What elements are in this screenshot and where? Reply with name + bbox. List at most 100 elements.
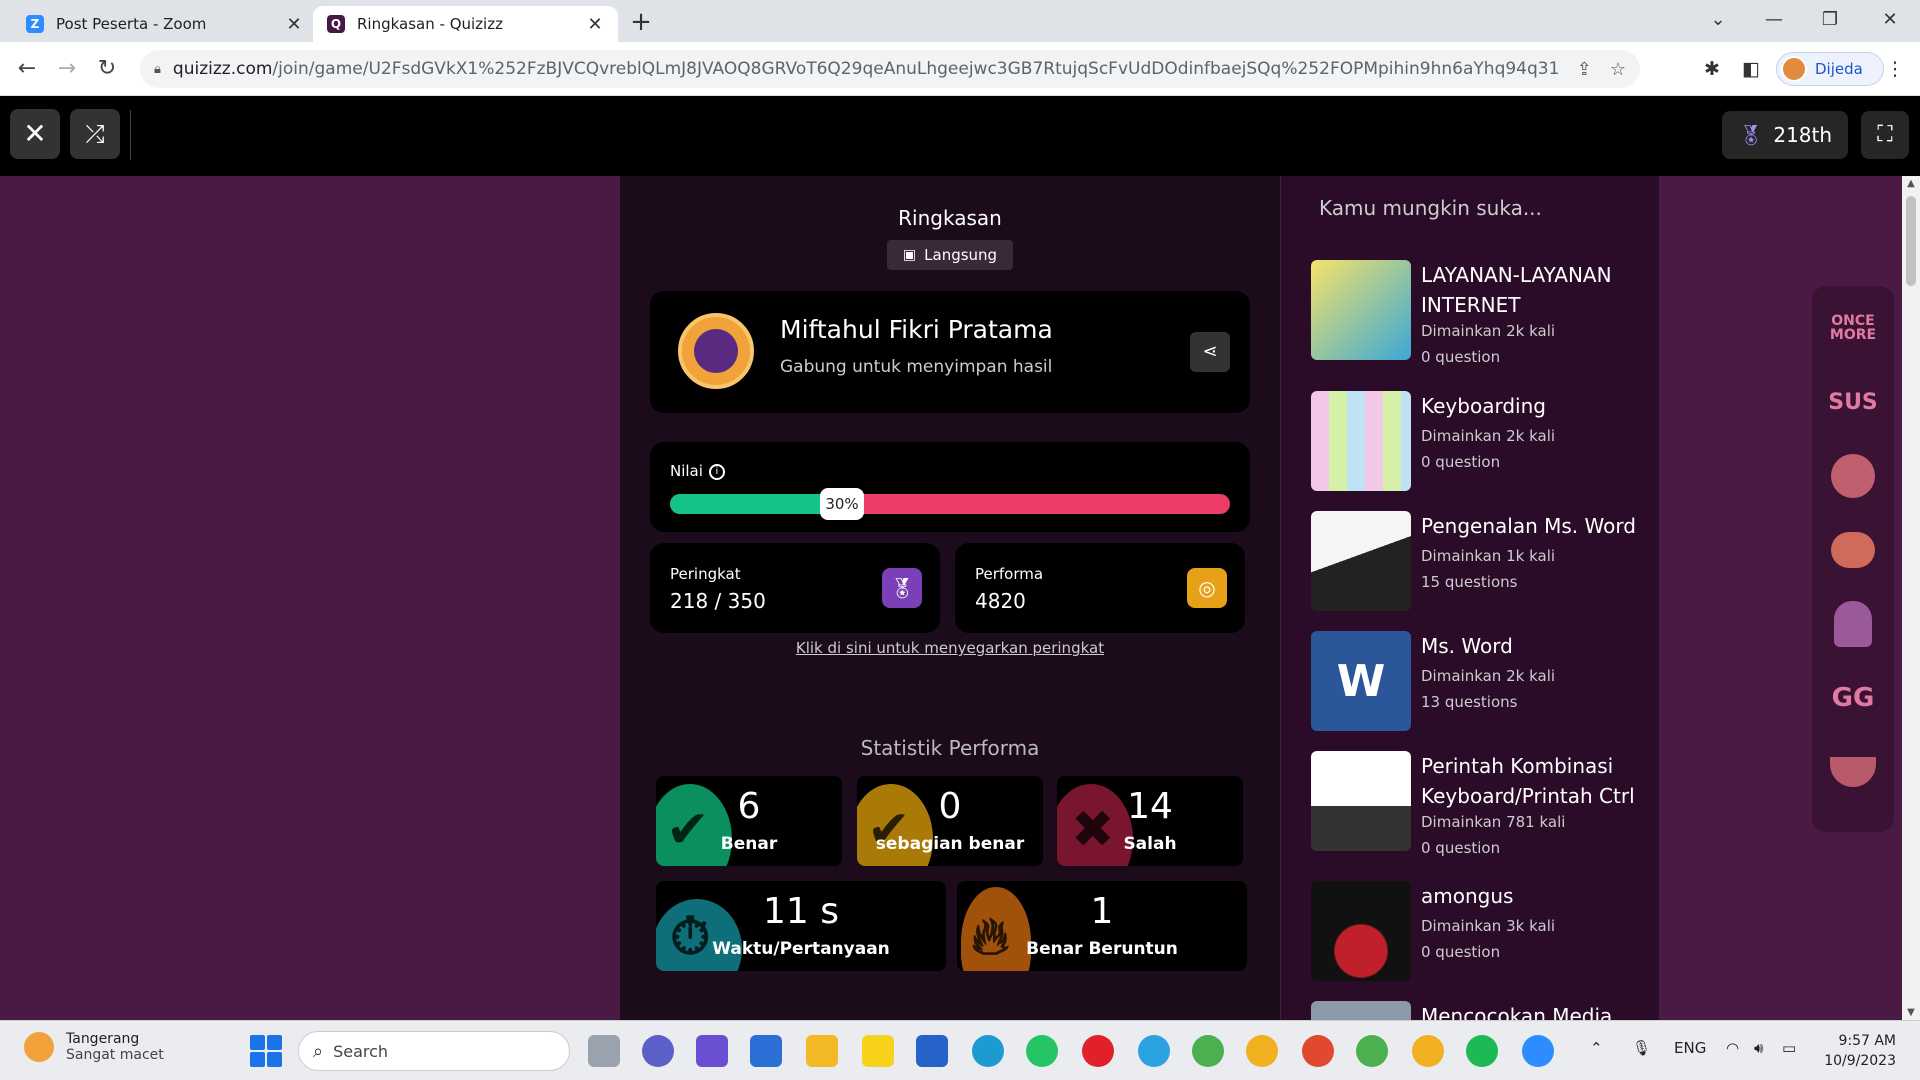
volume-icon[interactable]: 🔊︎ (1754, 1039, 1763, 1057)
wifi-icon[interactable]: ◠ (1726, 1039, 1739, 1057)
battery-icon[interactable]: ▭ (1782, 1039, 1796, 1057)
shuffle-icon[interactable]: ⤮ (70, 109, 120, 159)
spotify-icon[interactable] (1466, 1035, 1498, 1067)
store-icon[interactable] (750, 1035, 782, 1067)
tab-search-icon[interactable]: ⌄ (1690, 0, 1746, 42)
quiz-thumbnail (1311, 391, 1411, 491)
sticky-notes-icon[interactable] (862, 1035, 894, 1067)
reload-icon[interactable]: ↻ (90, 52, 124, 86)
info-icon[interactable]: i (708, 463, 725, 480)
minimize-button[interactable]: — (1746, 0, 1802, 42)
live-icon: ▣ (902, 247, 917, 263)
zoom-icon[interactable] (1522, 1035, 1554, 1067)
side-panel-icon[interactable]: ◧ (1736, 54, 1766, 84)
quiz-questions: 0 question (1421, 943, 1501, 961)
chrome-icon[interactable] (1412, 1035, 1444, 1067)
opera-icon[interactable] (1082, 1035, 1114, 1067)
extensions-icon[interactable]: ✱ (1697, 54, 1727, 84)
quiz-title: amongus (1421, 884, 1514, 908)
quiz-title: LAYANAN-LAYANAN INTERNET (1421, 263, 1612, 317)
whatsapp-icon[interactable] (1026, 1035, 1058, 1067)
fullscreen-icon[interactable]: ⛶ (1861, 111, 1909, 159)
correct-count: 6 (737, 786, 761, 827)
chrome-icon[interactable] (1192, 1035, 1224, 1067)
whiteboard-icon[interactable] (916, 1035, 948, 1067)
language-indicator[interactable]: ENG (1674, 1039, 1706, 1057)
streak-value: 1 (1090, 891, 1114, 932)
performance-label: Performa (975, 565, 1044, 583)
reaction-stickers: ONCE MORE SUS GG (1812, 286, 1894, 832)
chrome-icon[interactable] (1302, 1035, 1334, 1067)
edge-icon[interactable] (972, 1035, 1004, 1067)
url-text[interactable]: quizizz.com/join/game/U2FsdGVkX1%252FzBJ… (173, 59, 1559, 79)
list-item[interactable]: Pengenalan Ms. Word Dimainkan 1k kali 15… (1311, 511, 1651, 611)
time: 9:57 AM (1838, 1033, 1896, 1049)
new-tab-button[interactable]: + (624, 6, 658, 40)
sticker-bowl[interactable] (1823, 744, 1883, 800)
close-tab-icon[interactable]: ✕ (586, 14, 604, 35)
tab-zoom[interactable]: Z Post Peserta - Zoom ✕ (12, 6, 317, 42)
chrome-icon[interactable] (1246, 1035, 1278, 1067)
list-item[interactable]: W Ms. Word Dimainkan 2k kali 13 question… (1311, 631, 1651, 731)
list-item[interactable]: LAYANAN-LAYANAN INTERNET Dimainkan 2k ka… (1311, 260, 1651, 370)
start-button[interactable] (250, 1035, 282, 1067)
recommendations-panel: Kamu mungkin suka... LAYANAN-LAYANAN INT… (1281, 176, 1659, 1020)
address-bar[interactable]: 🔒︎ quizizz.com/join/game/U2FsdGVkX1%252F… (140, 50, 1640, 88)
file-explorer-icon[interactable] (806, 1035, 838, 1067)
close-window-button[interactable]: ✕ (1862, 0, 1918, 42)
forward-icon[interactable]: → (50, 52, 84, 86)
refresh-rank-link[interactable]: Klik di sini untuk menyegarkan peringkat (620, 639, 1280, 657)
scroll-down-icon[interactable]: ▼ (1902, 1007, 1920, 1018)
list-item[interactable]: amongus Dimainkan 3k kali 0 question (1311, 881, 1651, 981)
clock[interactable]: 9:57 AM 10/9/2023 (1822, 1031, 1896, 1071)
browser-tabbar: Z Post Peserta - Zoom ✕ Q Ringkasan - Qu… (0, 0, 1920, 42)
sticker-face[interactable] (1823, 448, 1883, 504)
taskbar-search[interactable]: ⌕ Search (298, 1031, 570, 1071)
sticker-once-more[interactable]: ONCE MORE (1823, 300, 1883, 356)
sticker-gg[interactable]: GG (1823, 670, 1883, 726)
bookmark-star-icon[interactable]: ☆ (1610, 59, 1626, 80)
list-item[interactable]: Perintah Kombinasi Keyboard/Printah Ctrl… (1311, 751, 1651, 861)
maximize-button[interactable]: ❐ (1802, 0, 1858, 42)
menu-icon[interactable]: ⋮ (1880, 54, 1910, 84)
score-label: Nilai i (670, 462, 725, 480)
medal-icon: 🏅︎ (1737, 123, 1764, 147)
task-view-icon[interactable] (588, 1035, 620, 1067)
microphone-icon[interactable]: 🎙︎ (1632, 1039, 1651, 1057)
chrome-icon[interactable] (1356, 1035, 1388, 1067)
sticker-cp[interactable] (1823, 522, 1883, 578)
sticker-sus[interactable]: SUS (1823, 374, 1883, 430)
clipchamp-icon[interactable] (696, 1035, 728, 1067)
date: 10/9/2023 (1824, 1053, 1896, 1069)
quizizz-icon: Q (327, 15, 345, 33)
correct-label: Benar (720, 834, 778, 854)
telegram-icon[interactable] (1138, 1035, 1170, 1067)
chevron-up-icon[interactable]: ⌃ (1590, 1039, 1603, 1057)
wrong-count: 14 (1127, 786, 1173, 827)
profile-button[interactable]: Dijeda (1776, 52, 1884, 86)
teams-icon[interactable] (642, 1035, 674, 1067)
weather-widget[interactable]: Tangerang Sangat macet (24, 1031, 164, 1063)
time-value: 11 s (762, 891, 839, 932)
tab-title: Post Peserta - Zoom (56, 15, 207, 33)
page-scrollbar[interactable]: ▲ ▼ (1902, 176, 1920, 1020)
close-tab-icon[interactable]: ✕ (285, 14, 303, 35)
quiz-plays: Dimainkan 1k kali (1421, 547, 1556, 565)
list-item[interactable]: Mencocokan Media (1311, 1001, 1651, 1020)
quiz-title: Mencocokan Media (1421, 1004, 1613, 1020)
share-icon[interactable]: ⋖ (1190, 332, 1230, 372)
rank-badge[interactable]: 🏅︎ 218th (1722, 111, 1848, 159)
tab-quizizz[interactable]: Q Ringkasan - Quizizz ✕ (313, 6, 618, 42)
player-card: Miftahul Fikri Pratama Gabung untuk meny… (650, 291, 1250, 413)
scroll-up-icon[interactable]: ▲ (1902, 178, 1920, 189)
weather-city: Tangerang (66, 1031, 140, 1047)
quiz-title: Keyboarding (1421, 394, 1546, 418)
close-icon[interactable]: ✕ (10, 109, 60, 159)
share-page-icon[interactable]: ⇪ (1577, 59, 1592, 80)
back-icon[interactable]: ← (10, 52, 44, 86)
rank-value: 218 / 350 (670, 589, 766, 613)
list-item[interactable]: Keyboarding Dimainkan 2k kali 0 question (1311, 391, 1651, 491)
scroll-thumb[interactable] (1906, 196, 1916, 286)
sticker-ghost[interactable] (1823, 596, 1883, 652)
quiz-questions: 0 question (1421, 348, 1501, 366)
